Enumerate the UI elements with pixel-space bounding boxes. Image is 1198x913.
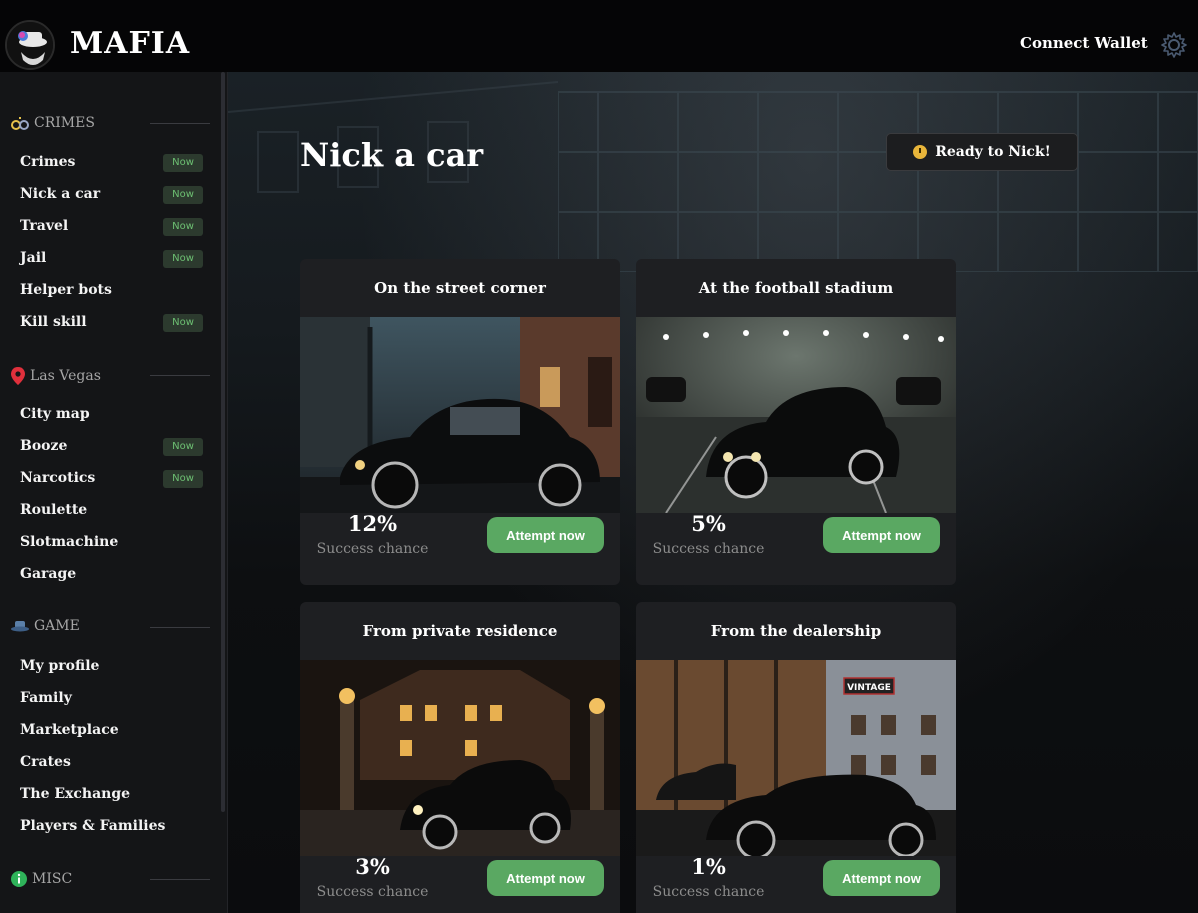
sidebar-item-kill-skill[interactable]: Kill skill [20, 314, 87, 330]
section-label: Las Vegas [30, 368, 101, 384]
attempt-now-button[interactable]: Attempt now [823, 860, 940, 896]
card-footer: 1% Success chance Attempt now [636, 854, 956, 913]
sidebar-item-my-profile[interactable]: My profile [20, 658, 99, 674]
success-percent: 1% [691, 854, 726, 879]
success-chance-label: Success chance [652, 541, 765, 557]
sidebar-item-travel[interactable]: Travel [20, 218, 68, 234]
card-footer: 12% Success chance Attempt now [300, 511, 620, 585]
sidebar-scrollbar[interactable] [221, 72, 225, 812]
clock-icon [913, 145, 928, 159]
crime-card-dealership: From the dealership VINTAGE 1% Success c… [636, 602, 956, 913]
crime-card-football-stadium: At the football stadium 5% Success chanc… [636, 259, 956, 585]
sidebar-item-jail[interactable]: Jail [20, 250, 46, 266]
mafia-logo-icon[interactable] [5, 20, 55, 70]
success-chance-label: Success chance [316, 884, 429, 900]
section-divider [150, 627, 210, 628]
sidebar-item-helper-bots[interactable]: Helper bots [20, 282, 112, 298]
sidebar-item-city-map[interactable]: City map [20, 406, 90, 422]
card-title: On the street corner [374, 279, 546, 297]
card-title: From private residence [362, 622, 558, 640]
crime-card-street-corner: On the street corner 12% Success chance [300, 259, 620, 585]
stadium-parking-car-image [636, 317, 956, 513]
sidebar-item-booze[interactable]: Booze [20, 438, 67, 454]
section-divider [150, 123, 210, 124]
sidebar-item-players-families[interactable]: Players & Families [20, 818, 165, 834]
ready-to-nick-status[interactable]: Ready to Nick! [886, 133, 1078, 171]
top-bar: MAFIA Connect Wallet [0, 0, 1198, 72]
attempt-now-button[interactable]: Attempt now [487, 860, 604, 896]
sidebar: CRIMES Crimes Now Nick a car Now Travel … [0, 72, 228, 913]
map-pin-icon [11, 367, 25, 385]
now-badge: Now [163, 154, 203, 172]
sidebar-item-garage[interactable]: Garage [20, 566, 76, 582]
street-corner-car-image [300, 317, 620, 513]
now-badge: Now [163, 218, 203, 236]
private-residence-car-image [300, 660, 620, 856]
now-badge: Now [163, 470, 203, 488]
attempt-now-button[interactable]: Attempt now [823, 517, 940, 553]
success-percent: 3% [355, 854, 390, 879]
sidebar-item-slotmachine[interactable]: Slotmachine [20, 534, 118, 550]
sidebar-item-roulette[interactable]: Roulette [20, 502, 87, 518]
hat-icon [11, 621, 29, 632]
now-badge: Now [163, 250, 203, 268]
sidebar-item-marketplace[interactable]: Marketplace [20, 722, 119, 738]
background-warehouse-image [558, 91, 1198, 272]
now-badge: Now [163, 186, 203, 204]
page-title: Nick a car [300, 136, 484, 174]
vintage-sign: VINTAGE [847, 683, 891, 693]
ready-label: Ready to Nick! [935, 144, 1051, 160]
dealership-car-image: VINTAGE [636, 660, 956, 856]
card-title: At the football stadium [698, 279, 894, 297]
info-icon [11, 871, 27, 887]
section-label: MISC [32, 871, 73, 887]
card-footer: 3% Success chance Attempt now [300, 854, 620, 913]
sidebar-item-crates[interactable]: Crates [20, 754, 71, 770]
sidebar-item-nick-a-car[interactable]: Nick a car [20, 186, 100, 202]
success-chance-label: Success chance [316, 541, 429, 557]
sidebar-item-narcotics[interactable]: Narcotics [20, 470, 95, 486]
attempt-now-button[interactable]: Attempt now [487, 517, 604, 553]
now-badge: Now [163, 314, 203, 332]
crime-card-private-residence: From private residence 3% Success chance… [300, 602, 620, 913]
sidebar-item-the-exchange[interactable]: The Exchange [20, 786, 130, 802]
success-percent: 12% [347, 511, 398, 536]
app-title: MAFIA [70, 26, 191, 61]
section-game: GAME [10, 618, 80, 634]
section-divider [150, 879, 210, 880]
success-percent: 5% [691, 511, 726, 536]
now-badge: Now [163, 438, 203, 456]
sidebar-item-crimes[interactable]: Crimes [20, 154, 75, 170]
card-title: From the dealership [710, 622, 882, 640]
main-content: Nick a car Ready to Nick! On the street … [228, 72, 1198, 913]
success-chance-label: Success chance [652, 884, 765, 900]
sidebar-item-family[interactable]: Family [20, 690, 72, 706]
gear-icon[interactable] [1161, 32, 1187, 58]
section-label: CRIMES [34, 115, 95, 131]
section-las-vegas: Las Vegas [10, 366, 101, 386]
section-misc: MISC [10, 870, 72, 888]
section-divider [150, 375, 210, 376]
card-footer: 5% Success chance Attempt now [636, 511, 956, 585]
handcuffs-icon [11, 117, 29, 130]
section-crimes: CRIMES [10, 114, 95, 132]
connect-wallet-button[interactable]: Connect Wallet [1020, 34, 1148, 52]
section-label: GAME [34, 618, 80, 634]
